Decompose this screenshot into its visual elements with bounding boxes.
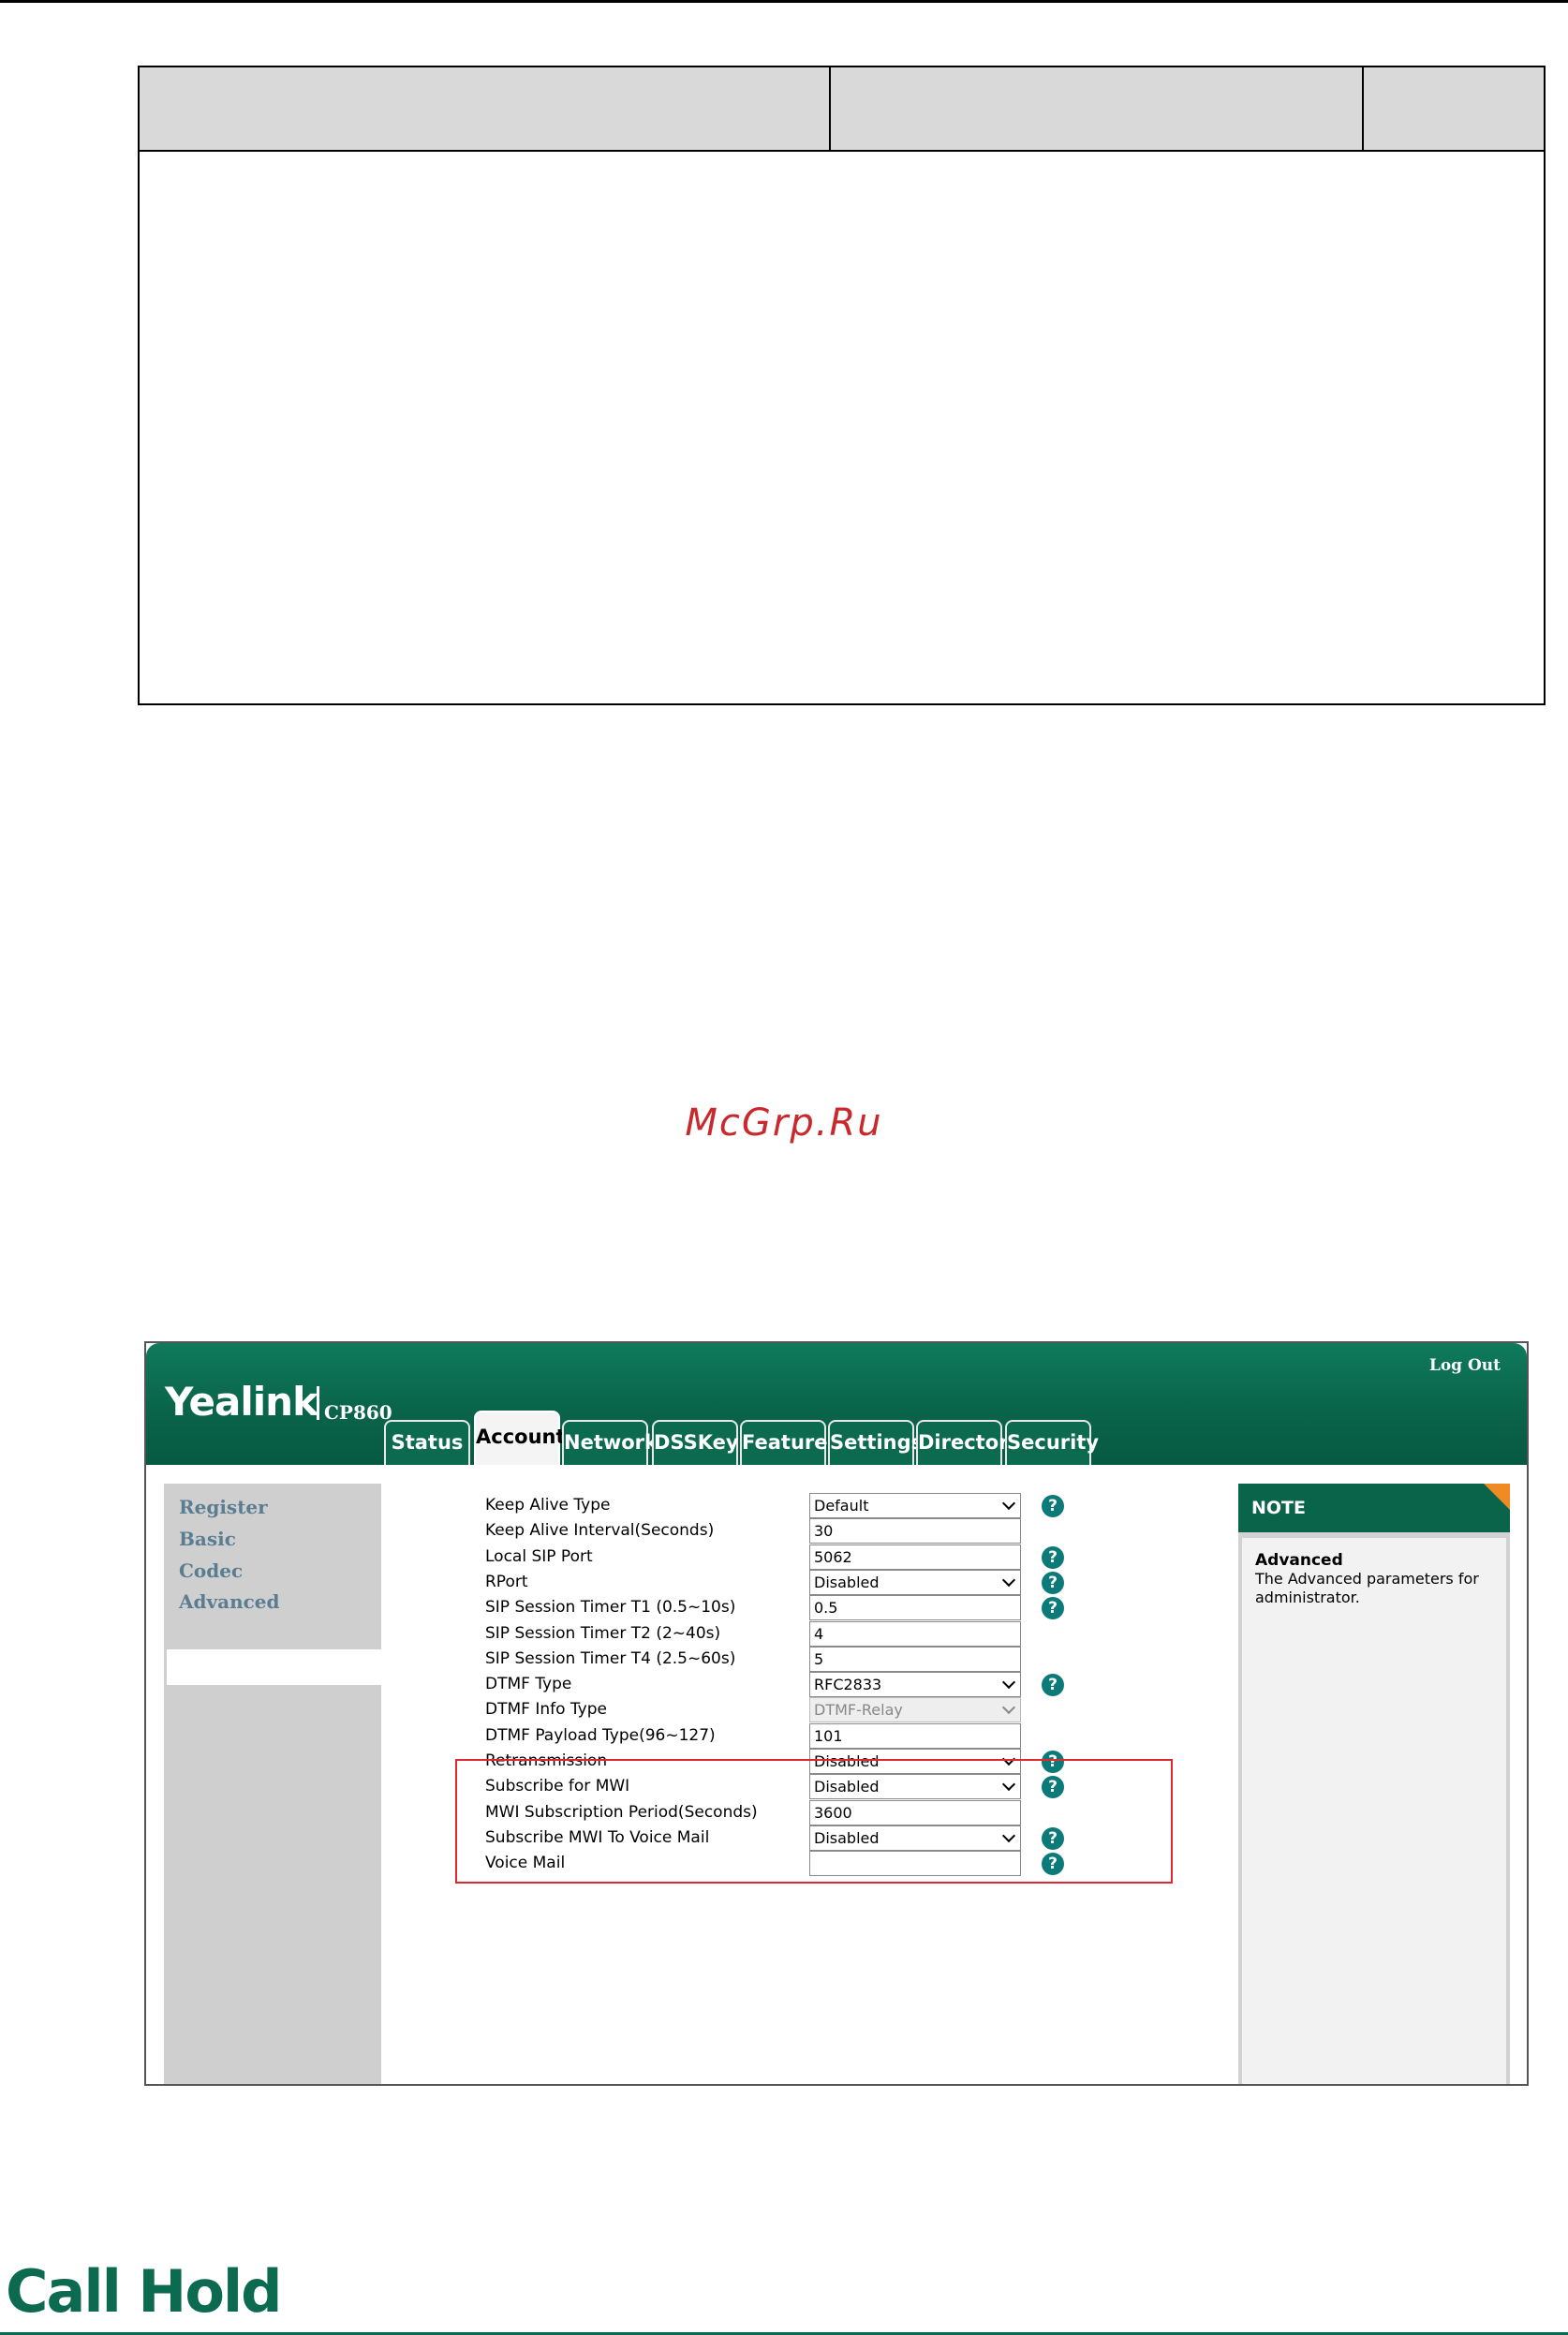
- note-title: Advanced: [1255, 1551, 1343, 1570]
- sidebar-item-codec[interactable]: Codec: [179, 1559, 243, 1582]
- tab-status[interactable]: Status: [384, 1420, 470, 1465]
- sidebar-item-advanced[interactable]: Advanced: [179, 1590, 280, 1613]
- highlight-box: [455, 1759, 1173, 1884]
- field-label: Local SIP Port: [485, 1547, 593, 1566]
- text-field[interactable]: 5062: [809, 1544, 1021, 1570]
- field-label: RPort: [485, 1573, 528, 1591]
- logout-link[interactable]: Log Out: [1429, 1356, 1501, 1375]
- tab-settings[interactable]: Settings: [828, 1420, 923, 1465]
- select-field[interactable]: RFC2833: [809, 1672, 1021, 1697]
- field-label: Keep Alive Interval(Seconds): [485, 1521, 715, 1540]
- table-column-divider: [1362, 67, 1364, 152]
- select-field: DTMF-Relay: [809, 1697, 1021, 1722]
- text-field[interactable]: 4: [809, 1621, 1021, 1647]
- content-area: Register Basic Codec Advanced Keep Alive Ty…: [146, 1465, 1527, 2084]
- header-banner: Yealink CP860 Log Out Status Account Netwo…: [146, 1343, 1527, 1467]
- sidebar-item-register[interactable]: Register: [179, 1496, 268, 1518]
- select-field[interactable]: Disabled: [809, 1570, 1021, 1595]
- tab-dsskey[interactable]: DSSKey: [652, 1420, 739, 1465]
- field-label: SIP Session Timer T2 (2~40s): [485, 1624, 721, 1643]
- text-field[interactable]: 0.5: [809, 1595, 1021, 1620]
- field-label: DTMF Info Type: [485, 1700, 607, 1719]
- help-icon[interactable]: ?: [1042, 1546, 1064, 1569]
- help-icon[interactable]: ?: [1042, 1572, 1064, 1594]
- help-icon[interactable]: ?: [1042, 1495, 1064, 1517]
- tab-network[interactable]: Network: [562, 1420, 658, 1465]
- model-label: CP860: [324, 1401, 392, 1424]
- table-column-divider: [829, 67, 831, 152]
- section-heading: Call Hold: [6, 2257, 283, 2326]
- web-ui-screenshot: Yealink CP860 Log Out Status Account Netwo…: [144, 1341, 1529, 2086]
- watermark: McGrp.Ru: [685, 1101, 883, 1145]
- field-label: DTMF Payload Type(96~127): [485, 1726, 716, 1745]
- sidebar-active-highlight: [167, 1649, 392, 1685]
- field-label: Keep Alive Type: [485, 1496, 611, 1515]
- note-corner-fold: [1484, 1484, 1510, 1510]
- logo-separator: [317, 1386, 319, 1420]
- help-icon[interactable]: ?: [1042, 1597, 1064, 1619]
- top-rule: [0, 0, 1568, 3]
- text-field[interactable]: 30: [809, 1518, 1021, 1544]
- brand-logo: Yealink: [165, 1379, 318, 1425]
- field-label: DTMF Type: [485, 1675, 572, 1693]
- sidebar-item-basic[interactable]: Basic: [179, 1528, 236, 1550]
- tab-security[interactable]: Security: [1005, 1420, 1099, 1465]
- select-field[interactable]: Default: [809, 1493, 1021, 1518]
- tab-features[interactable]: Features: [740, 1420, 839, 1465]
- parameter-table: [138, 66, 1546, 705]
- tab-account[interactable]: Account: [474, 1411, 566, 1467]
- note-body: Advanced The Advanced parameters for adm…: [1242, 1538, 1506, 2084]
- note-heading: NOTE: [1238, 1484, 1510, 1532]
- table-header-row: [140, 67, 1544, 152]
- text-field[interactable]: 101: [809, 1723, 1021, 1749]
- text-field[interactable]: 5: [809, 1647, 1021, 1672]
- field-label: SIP Session Timer T1 (0.5~10s): [485, 1598, 736, 1617]
- tab-directory[interactable]: Directory: [916, 1420, 1021, 1465]
- field-label: SIP Session Timer T4 (2.5~60s): [485, 1649, 736, 1668]
- note-panel: NOTE Advanced The Advanced parameters fo…: [1238, 1484, 1510, 2084]
- note-text: The Advanced parameters for administrato…: [1255, 1570, 1479, 1606]
- help-icon[interactable]: ?: [1042, 1674, 1064, 1696]
